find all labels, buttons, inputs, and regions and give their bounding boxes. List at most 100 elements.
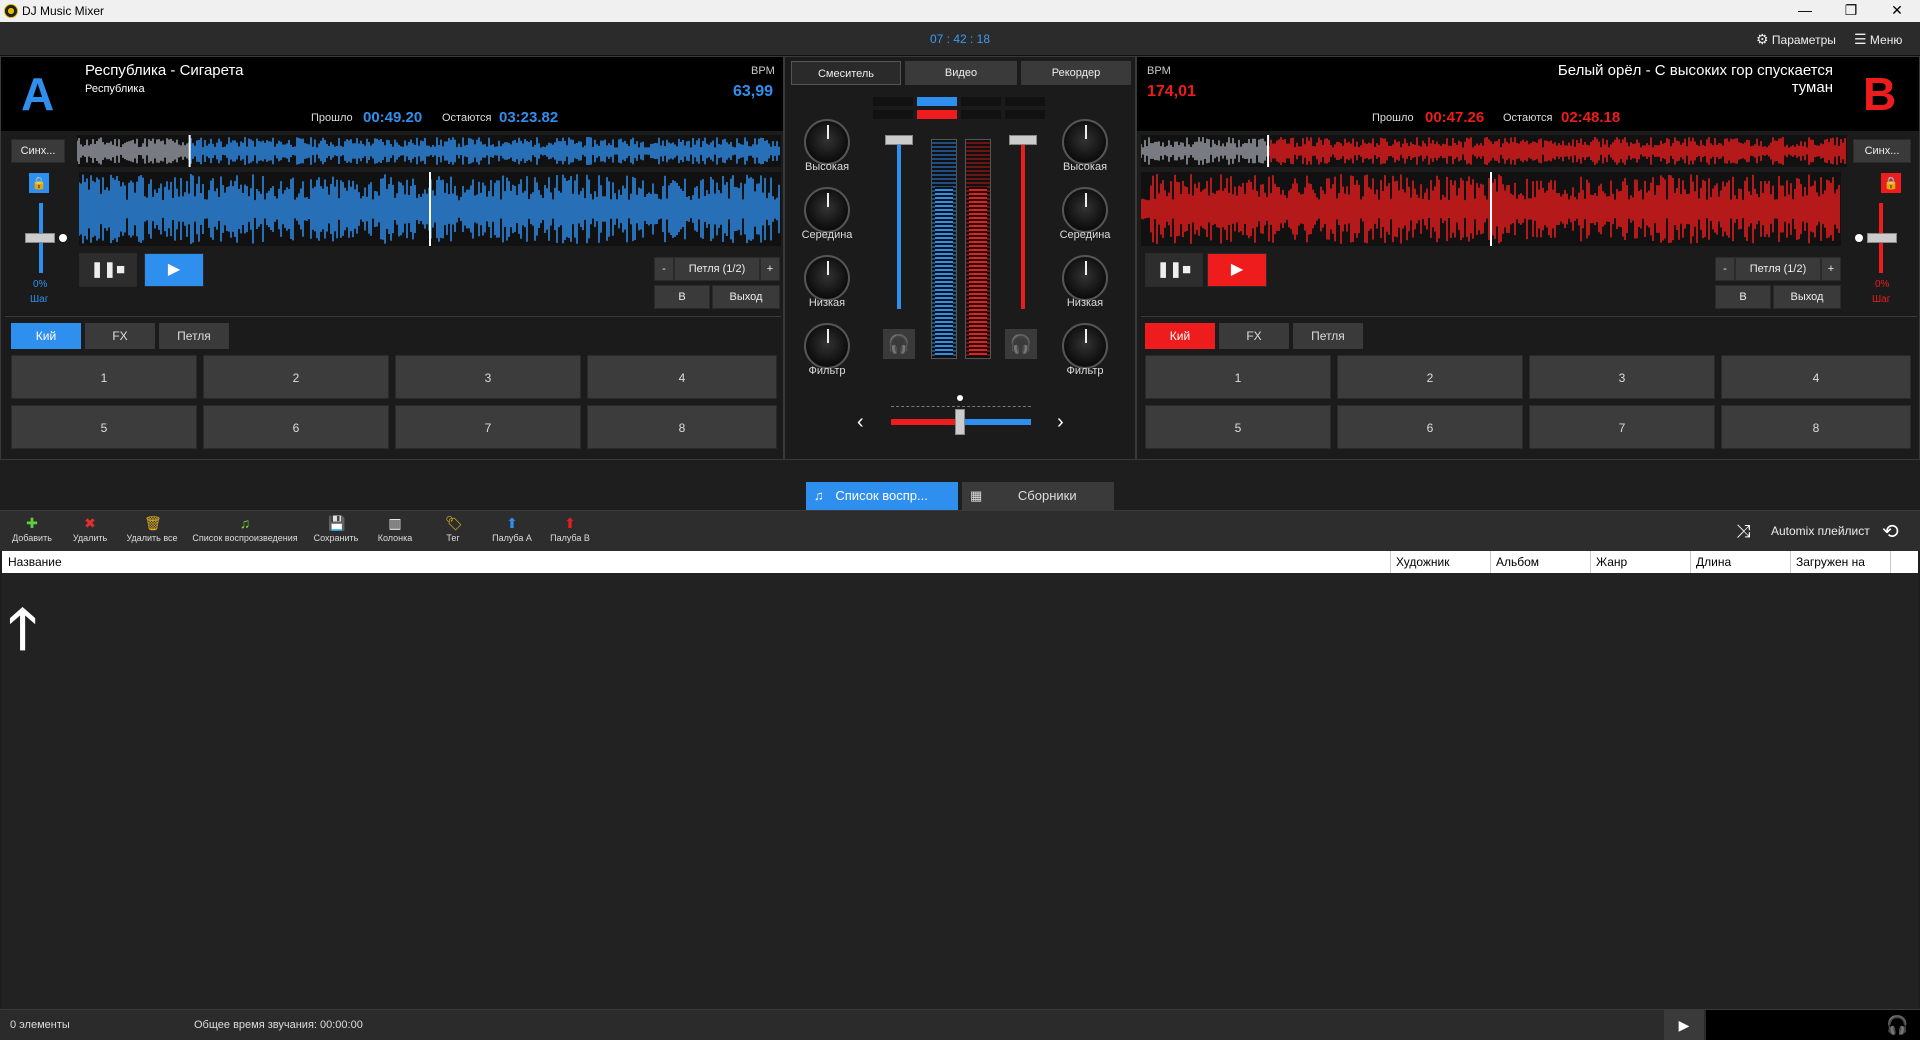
deck-a-tab-loop[interactable]: Петля: [159, 323, 229, 349]
settings-button[interactable]: ⚙ Параметры: [1756, 31, 1836, 48]
shuffle-icon[interactable]: ⤨: [1736, 521, 1750, 542]
library-tab-playlist[interactable]: ♫ Список воспр...: [806, 482, 958, 510]
deck-b-eq-low-knob[interactable]: [1062, 255, 1108, 301]
mixer-tab-video[interactable]: Видео: [905, 61, 1017, 85]
column-button[interactable]: ▥ Колонка: [370, 515, 420, 543]
deck-a-loop-label[interactable]: Петля (1/2): [674, 257, 760, 281]
deck-b-headphones-icon[interactable]: 🎧: [1005, 329, 1037, 359]
deck-b-pause-stop-button[interactable]: ❚❚■: [1145, 253, 1203, 287]
deck-b-play-button[interactable]: ▶: [1207, 253, 1267, 287]
deck-a-cue-pad[interactable]: 3: [395, 355, 581, 399]
save-button[interactable]: 💾 Сохранить: [310, 515, 362, 543]
playlist-button[interactable]: ♫ Список воспроизведения: [190, 515, 300, 543]
deck-a-lock-icon[interactable]: 🔒: [29, 173, 49, 193]
deck-a-play-button[interactable]: ▶: [144, 253, 204, 287]
restore-button[interactable]: ❐: [1828, 0, 1874, 22]
deck-b-loop-label[interactable]: Петля (1/2): [1735, 257, 1821, 281]
deck-a-filter-knob[interactable]: [804, 323, 850, 369]
crossfader-handle[interactable]: [955, 409, 965, 435]
playlist-list[interactable]: 🡑: [2, 573, 1918, 1009]
deck-a-loop-out[interactable]: Выход: [712, 285, 780, 309]
minimize-button[interactable]: —: [1782, 0, 1828, 22]
library-tab-collections[interactable]: ▦ Сборники: [962, 482, 1114, 510]
column-label: Колонка: [377, 533, 413, 543]
deck-a-pitch-slider-handle[interactable]: [25, 233, 55, 243]
deck-b-cue-pad[interactable]: 5: [1145, 405, 1331, 449]
add-button[interactable]: ✚ Добавить: [10, 515, 54, 543]
deck-b-tab-fx[interactable]: FX: [1219, 323, 1289, 349]
delete-all-button[interactable]: 🗑 Удалить все: [122, 515, 182, 543]
deck-a-loop-in[interactable]: В: [654, 285, 710, 309]
mixer-tab-mixer[interactable]: Смеситель: [791, 61, 901, 85]
repeat-icon[interactable]: ⟲: [1882, 519, 1899, 544]
delete-button[interactable]: ✖ Удалить: [68, 515, 112, 543]
deck-b-sync-button[interactable]: Синх...: [1853, 139, 1911, 163]
deck-b-eq-high-knob[interactable]: [1062, 119, 1108, 165]
headphones-icon[interactable]: 🎧: [1886, 1015, 1908, 1036]
deck-a-cue-pad[interactable]: 1: [11, 355, 197, 399]
column-loaded-on[interactable]: Загружен на: [1796, 555, 1865, 569]
deck-b-main-waveform[interactable]: [1141, 172, 1841, 246]
chevron-left-icon[interactable]: ‹: [857, 411, 864, 434]
deck-a-pitch-step[interactable]: Шаг: [30, 294, 48, 305]
deck-a-cue-pad[interactable]: 4: [587, 355, 777, 399]
deck-a-pitch-reset-dot[interactable]: [59, 234, 67, 242]
deck-a-volume-fader[interactable]: [885, 135, 913, 145]
deck-a-pause-stop-button[interactable]: ❚❚■: [79, 253, 137, 287]
deck-b-cue-pad[interactable]: 8: [1721, 405, 1911, 449]
deck-b-filter-knob[interactable]: [1062, 323, 1108, 369]
deck-a-overview-waveform[interactable]: [77, 135, 781, 167]
deck-b-cue-pad[interactable]: 1: [1145, 355, 1331, 399]
deck-b-loop-plus[interactable]: +: [1821, 257, 1841, 281]
deck-a-headphones-icon[interactable]: 🎧: [883, 329, 915, 359]
deck-a-cue-pad[interactable]: 8: [587, 405, 777, 449]
deck-a: A Республика - Сигарета Республика BPM 6…: [0, 56, 784, 460]
deck-b-load-button[interactable]: ⬆ Палуба B: [544, 515, 596, 543]
deck-b-loop-in[interactable]: В: [1715, 285, 1771, 309]
deck-a-eq-high-knob[interactable]: [804, 119, 850, 165]
column-length[interactable]: Длина: [1696, 555, 1731, 569]
deck-b-cue-pad[interactable]: 3: [1529, 355, 1715, 399]
deck-b-cue-pad[interactable]: 6: [1337, 405, 1523, 449]
deck-a-main-waveform[interactable]: [79, 172, 781, 246]
chevron-right-icon[interactable]: ›: [1057, 411, 1064, 434]
deck-b-overview-waveform[interactable]: [1141, 135, 1847, 167]
column-artist[interactable]: Художник: [1396, 555, 1450, 569]
deck-b-pitch-reset-dot[interactable]: [1855, 234, 1863, 242]
deck-a-cue-pad[interactable]: 6: [203, 405, 389, 449]
tag-button[interactable]: 🏷 Тег: [428, 515, 478, 543]
deck-b-loop-out[interactable]: Выход: [1773, 285, 1841, 309]
deck-b-tab-loop[interactable]: Петля: [1293, 323, 1363, 349]
deck-a-cue-pad[interactable]: 7: [395, 405, 581, 449]
deck-a-cue-pad[interactable]: 5: [11, 405, 197, 449]
deck-a-loop-minus[interactable]: -: [654, 257, 674, 281]
deck-a-sync-button[interactable]: Синх...: [11, 139, 65, 163]
deck-a-eq-mid-knob[interactable]: [804, 187, 850, 233]
play-icon: ▶: [167, 261, 181, 278]
led-indicator: [1005, 97, 1045, 106]
deck-a-loop-plus[interactable]: +: [760, 257, 780, 281]
deck-a-tab-cue[interactable]: Кий: [11, 323, 81, 349]
deck-b-lock-icon[interactable]: 🔒: [1881, 173, 1901, 193]
deck-b-pitch-step[interactable]: Шаг: [1872, 294, 1890, 305]
deck-b-pitch-slider-handle[interactable]: [1867, 233, 1897, 243]
deck-b-cue-pad[interactable]: 2: [1337, 355, 1523, 399]
preview-play-button[interactable]: ▶: [1664, 1010, 1704, 1040]
automix-label[interactable]: Automix плейлист: [1771, 524, 1870, 538]
deck-b-cue-pad[interactable]: 7: [1529, 405, 1715, 449]
deck-b-tab-cue[interactable]: Кий: [1145, 323, 1215, 349]
close-button[interactable]: ✕: [1874, 0, 1920, 22]
column-album[interactable]: Альбом: [1496, 555, 1539, 569]
column-title[interactable]: Название: [8, 555, 62, 569]
deck-a-cue-pad[interactable]: 2: [203, 355, 389, 399]
deck-b-cue-pad[interactable]: 4: [1721, 355, 1911, 399]
deck-a-eq-low-knob[interactable]: [804, 255, 850, 301]
deck-b-eq-mid-knob[interactable]: [1062, 187, 1108, 233]
deck-b-loop-minus[interactable]: -: [1715, 257, 1735, 281]
deck-b-volume-fader[interactable]: [1009, 135, 1037, 145]
deck-a-load-button[interactable]: ⬆ Палуба A: [486, 515, 538, 543]
menu-button[interactable]: ☰ Меню: [1854, 31, 1902, 48]
column-genre[interactable]: Жанр: [1596, 555, 1627, 569]
deck-a-tab-fx[interactable]: FX: [85, 323, 155, 349]
mixer-tab-recorder[interactable]: Рекордер: [1021, 61, 1131, 85]
